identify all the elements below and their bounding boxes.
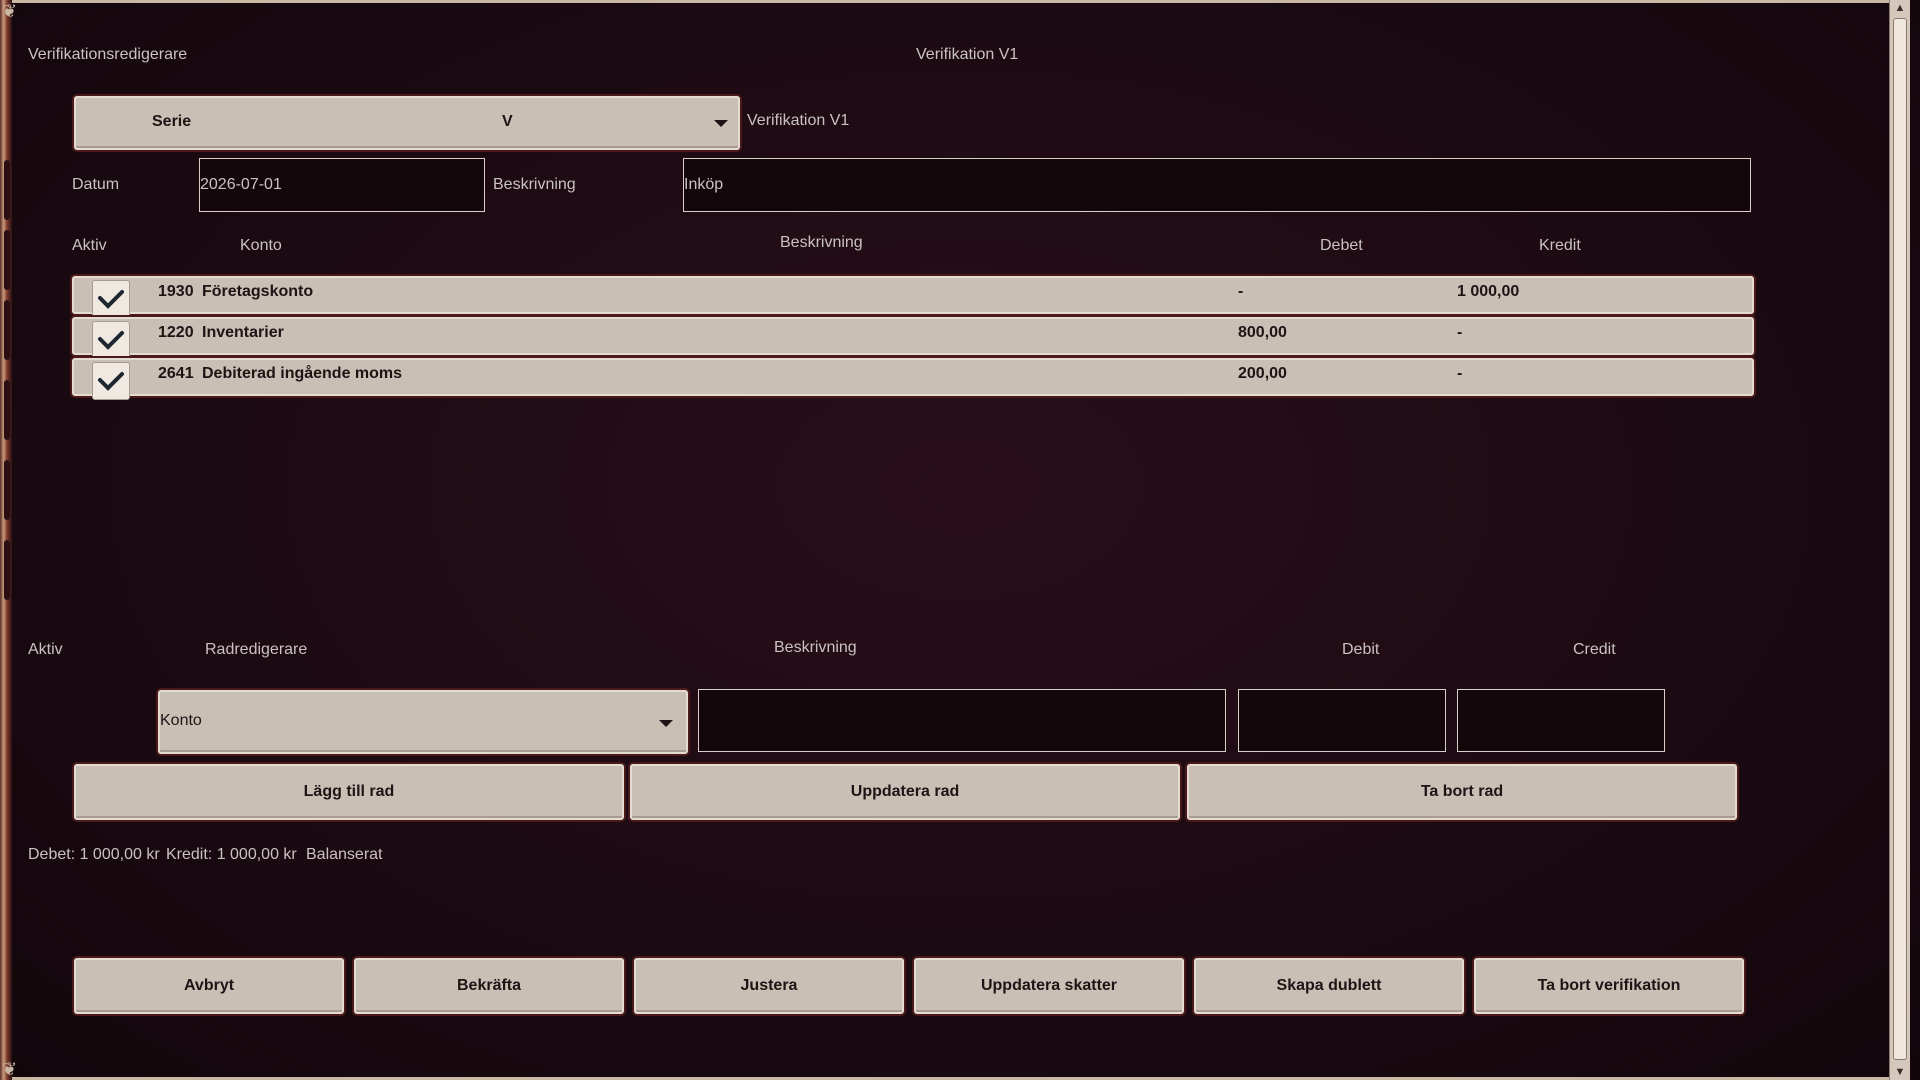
- window-frame-left: [0, 0, 12, 1080]
- column-header-aktiv: Aktiv: [72, 237, 107, 254]
- serie-label: Serie: [152, 113, 192, 130]
- column-header-kredit: Kredit: [1539, 237, 1581, 254]
- credit-input[interactable]: [1457, 689, 1665, 752]
- account-name: Debiterad ingående moms: [202, 365, 403, 382]
- cancel-button[interactable]: Avbryt: [74, 958, 344, 1014]
- table-row[interactable]: 1220 Inventarier 800,00 -: [72, 317, 1754, 359]
- check-icon: [98, 372, 124, 391]
- frame-notch: [4, 230, 10, 290]
- row-editor-title: Radredigerare: [205, 641, 308, 658]
- confirm-button[interactable]: Bekräfta: [354, 958, 624, 1014]
- account-number: 1220: [158, 324, 194, 341]
- check-icon: [98, 331, 124, 350]
- corner-ornament-icon: ❦: [2, 1, 18, 21]
- konto-dropdown[interactable]: Konto: [158, 690, 688, 754]
- verification-title: Verifikation V1: [916, 46, 1019, 63]
- kredit-value: -: [1457, 324, 1463, 341]
- frame-notch: [4, 300, 10, 360]
- konto-placeholder: Konto: [160, 712, 202, 729]
- account-name: Inventarier: [202, 324, 284, 341]
- update-taxes-button[interactable]: Uppdatera skatter: [914, 958, 1184, 1014]
- adjust-button[interactable]: Justera: [634, 958, 904, 1014]
- account-number: 2641: [158, 365, 194, 382]
- serie-dropdown[interactable]: Serie V: [74, 96, 740, 150]
- datum-input[interactable]: 2026-07-01: [199, 158, 485, 212]
- verification-label: Verifikation V1: [747, 112, 850, 129]
- datum-label: Datum: [72, 176, 120, 193]
- beskrivning-input[interactable]: Inköp: [683, 158, 1751, 212]
- account-name: Företagskonto: [202, 283, 314, 300]
- row-editor-credit-label: Credit: [1573, 641, 1616, 658]
- row-editor-beskrivning-label: Beskrivning: [774, 639, 857, 656]
- window-frame-top: [12, 0, 1892, 3]
- row-editor-aktiv-label: Aktiv: [28, 641, 63, 658]
- table-row[interactable]: 2641 Debiterad ingående moms 200,00 -: [72, 358, 1754, 400]
- active-checkbox[interactable]: [92, 362, 130, 400]
- corner-ornament-icon: ❦: [2, 1059, 18, 1079]
- account-number: 1930: [158, 283, 194, 300]
- delete-row-button[interactable]: Ta bort rad: [1187, 764, 1737, 820]
- duplicate-button[interactable]: Skapa dublett: [1194, 958, 1464, 1014]
- summary-kredit: Kredit: 1 000,00 kr: [166, 846, 297, 863]
- datum-value: 2026-07-01: [200, 176, 282, 193]
- serie-value: V: [502, 113, 513, 130]
- kredit-value: 1 000,00: [1457, 283, 1520, 300]
- column-header-beskrivning: Beskrivning: [780, 234, 863, 251]
- kredit-value: -: [1457, 365, 1463, 382]
- check-icon: [98, 290, 124, 309]
- chevron-down-icon: [714, 120, 728, 127]
- delete-verification-button[interactable]: Ta bort verifikation: [1474, 958, 1744, 1014]
- active-checkbox[interactable]: [92, 280, 130, 318]
- summary-debet: Debet: 1 000,00 kr: [28, 846, 160, 863]
- debet-value: -: [1238, 283, 1244, 300]
- beskrivning-value: Inköp: [684, 176, 724, 193]
- column-header-konto: Konto: [240, 237, 282, 254]
- update-row-button[interactable]: Uppdatera rad: [630, 764, 1180, 820]
- frame-notch: [4, 460, 10, 520]
- frame-notch: [4, 160, 10, 220]
- scroll-up-icon[interactable]: ▲: [1893, 2, 1907, 14]
- active-checkbox[interactable]: [92, 321, 130, 359]
- row-editor-debit-label: Debit: [1342, 641, 1380, 658]
- window-title: Verifikationsredigerare: [28, 46, 188, 63]
- chevron-down-icon: [659, 720, 673, 727]
- column-header-debet: Debet: [1320, 237, 1363, 254]
- scroll-down-icon[interactable]: ▼: [1893, 1066, 1907, 1078]
- balance-status: Balanserat: [306, 846, 383, 863]
- add-row-button[interactable]: Lägg till rad: [74, 764, 624, 820]
- debet-value: 200,00: [1238, 365, 1287, 382]
- debet-value: 800,00: [1238, 324, 1287, 341]
- beskrivning-label: Beskrivning: [493, 176, 576, 193]
- scrollbar-thumb[interactable]: [1893, 18, 1907, 1060]
- row-beskrivning-input[interactable]: [698, 689, 1226, 752]
- debit-input[interactable]: [1238, 689, 1446, 752]
- frame-notch: [4, 380, 10, 440]
- table-row[interactable]: 1930 Företagskonto - 1 000,00: [72, 276, 1754, 318]
- vertical-scrollbar[interactable]: ▲ ▼: [1889, 0, 1910, 1080]
- frame-notch: [4, 540, 10, 600]
